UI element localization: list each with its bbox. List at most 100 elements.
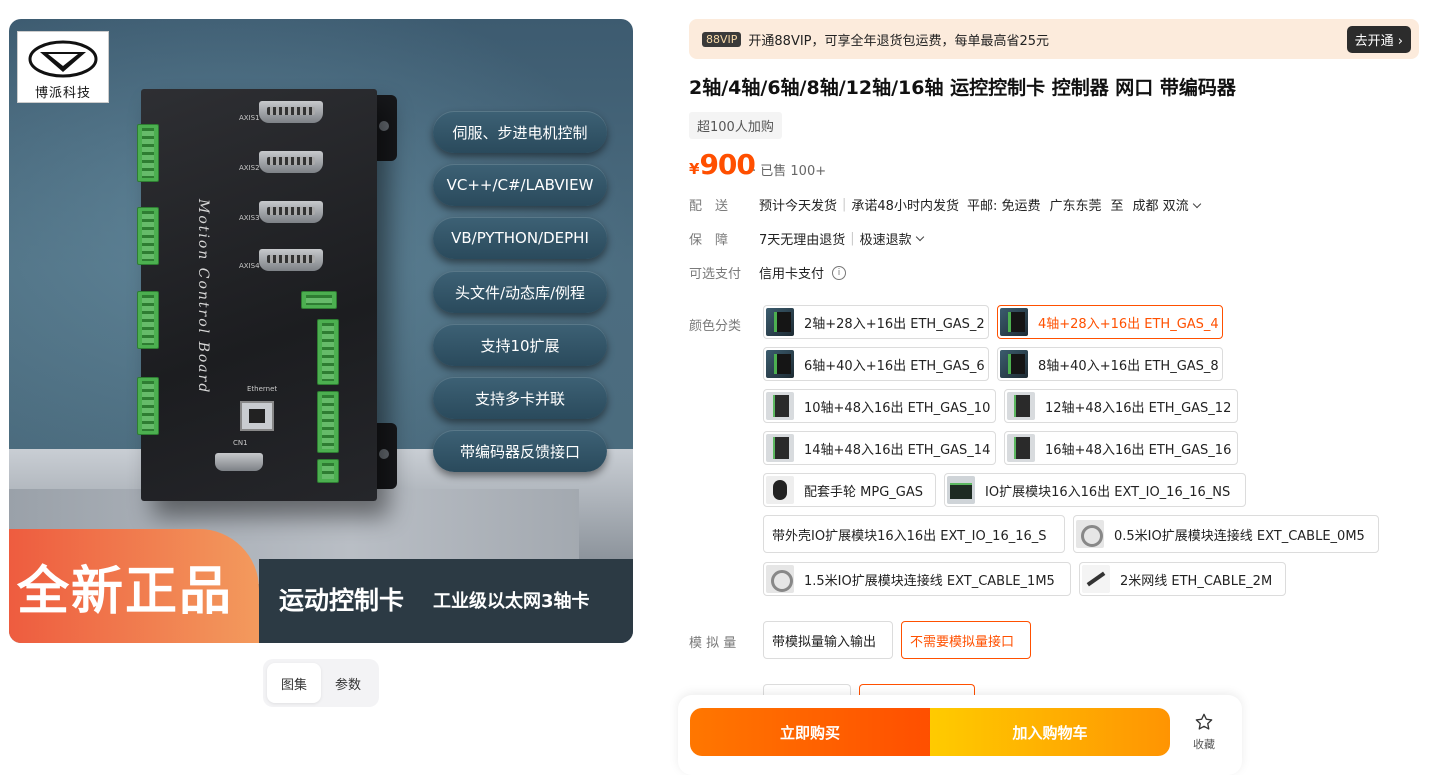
tab-params[interactable]: 参数 <box>321 663 375 703</box>
sku-option[interactable]: 8轴+40入+16出 ETH_GAS_8 <box>997 347 1223 381</box>
payment-method: 信用卡支付 <box>759 267 825 282</box>
product-thumb-icon <box>766 308 794 336</box>
product-thumb-icon <box>766 392 794 420</box>
sku-option[interactable]: 14轴+48入16出 ETH_GAS_14 <box>763 431 996 465</box>
db-connector <box>259 101 323 123</box>
feature-pill: 支持多卡并联 <box>433 377 607 419</box>
sku-option-label: 8轴+40入+16出 ETH_GAS_8 <box>1038 358 1219 374</box>
sku-option[interactable]: 10轴+48入16出 ETH_GAS_10 <box>763 389 996 423</box>
sku-option[interactable]: 2轴+28入+16出 ETH_GAS_2 <box>763 305 989 339</box>
brand-logo-text: 博派科技 <box>34 86 91 101</box>
db-connector <box>259 151 323 173</box>
sku-option[interactable]: 1.5米IO扩展模块连接线 EXT_CABLE_1M5 <box>763 562 1071 596</box>
banner-product-desc: 工业级以太网3轴卡 <box>433 591 590 612</box>
delivery-promise: 承诺48小时内发货 <box>851 199 959 214</box>
feature-pill: 带编码器反馈接口 <box>433 430 607 472</box>
sku-option-label: 14轴+48入16出 ETH_GAS_14 <box>804 442 991 458</box>
sku-option-label: 16轴+48入16出 ETH_GAS_16 <box>1045 442 1232 458</box>
analog-option[interactable]: 带模拟量输入输出 <box>763 621 893 659</box>
color-label: 颜色分类 <box>689 319 742 334</box>
ship-from: 广东东莞 <box>1049 199 1102 214</box>
sku-option[interactable]: 带外壳IO扩展模块16入16出 EXT_IO_16_16_S <box>763 515 1065 553</box>
popularity-badge: 超100人加购 <box>689 112 782 139</box>
terminal-block <box>317 319 339 385</box>
banner-headline: 全新正品 <box>17 562 234 622</box>
vip-open-button[interactable]: 去开通 › <box>1346 25 1411 53</box>
feature-pill: VB/PYTHON/DEPHI <box>433 217 607 259</box>
payment-info: 信用卡支付 i <box>759 263 847 282</box>
buy-now-button[interactable]: 立即购买 <box>690 708 930 756</box>
vip-badge: 88VIP <box>702 31 742 47</box>
feature-pill: 伺服、步进电机控制 <box>433 111 607 153</box>
ethernet-port <box>240 401 274 431</box>
sku-option[interactable]: 0.5米IO扩展模块连接线 EXT_CABLE_0M5 <box>1073 515 1379 553</box>
sku-option[interactable]: IO扩展模块16入16出 EXT_IO_16_16_NS <box>944 473 1246 507</box>
sku-option-label: 6轴+40入+16出 ETH_GAS_6 <box>804 358 985 374</box>
sku-option-label: 2米网线 ETH_CABLE_2M <box>1120 573 1273 589</box>
guarantee-label: 保 障 <box>689 233 729 248</box>
terminal-block <box>137 124 159 182</box>
handwheel-thumb-icon <box>766 476 794 504</box>
sku-option-label: 配套手轮 MPG_GAS <box>804 484 923 500</box>
sku-option-label: 1.5米IO扩展模块连接线 EXT_CABLE_1M5 <box>804 573 1055 589</box>
info-icon[interactable]: i <box>832 265 847 280</box>
analog-option-selected[interactable]: 不需要模拟量接口 <box>901 621 1031 659</box>
sku-option[interactable]: 配套手轮 MPG_GAS <box>763 473 936 507</box>
star-icon <box>1195 713 1213 730</box>
terminal-block <box>301 291 337 309</box>
board-title-text: Motion Control Board <box>195 199 211 395</box>
tab-gallery[interactable]: 图集 <box>267 663 321 703</box>
sku-option-label: 0.5米IO扩展模块连接线 EXT_CABLE_0M5 <box>1114 528 1365 544</box>
analog-option-label: 带模拟量输入输出 <box>772 634 877 650</box>
sku-option[interactable]: 2米网线 ETH_CABLE_2M <box>1079 562 1286 596</box>
product-title: 2轴/4轴/6轴/8轴/12轴/16轴 运控控制卡 控制器 网口 带编码器 <box>689 77 1236 99</box>
terminal-block <box>137 207 159 265</box>
guarantee-return: 7天无理由退货 <box>759 233 846 248</box>
sold-count: · 已售 100+ <box>752 164 827 179</box>
delivery-label: 配 送 <box>689 199 729 214</box>
sku-option-label: 带外壳IO扩展模块16入16出 EXT_IO_16_16_S <box>772 528 1047 544</box>
product-main-image[interactable]: 博派科技 AXIS1 AXIS2 AXIS3 AXIS4 Ethernet CN… <box>9 19 633 643</box>
vip-open-label: 去开通 <box>1354 33 1394 49</box>
port-label: Ethernet <box>247 385 278 393</box>
vip-promo-text: 开通88VIP，可享全年退货包运费，每单最高省25元 <box>748 33 1050 49</box>
port-label: AXIS1 <box>239 114 260 122</box>
guarantee-info[interactable]: 7天无理由退货 | 极速退款 <box>759 229 924 248</box>
ship-to-text: 成都 双流 <box>1132 199 1189 214</box>
product-thumb-icon <box>1007 392 1035 420</box>
cable-thumb-icon <box>1076 520 1104 548</box>
sku-option-label: 2轴+28入+16出 ETH_GAS_2 <box>804 316 985 332</box>
terminal-block <box>137 291 159 349</box>
banner-product-name: 运动控制卡 <box>279 586 405 615</box>
product-thumb-icon <box>1007 434 1035 462</box>
sku-option[interactable]: 6轴+40入+16出 ETH_GAS_6 <box>763 347 989 381</box>
sku-option-selected[interactable]: 4轴+28入+16出 ETH_GAS_4 <box>997 305 1223 339</box>
add-to-cart-button[interactable]: 加入购物车 <box>930 708 1170 756</box>
favorite-button[interactable]: 收藏 <box>1186 712 1222 752</box>
port-label: AXIS3 <box>239 214 260 222</box>
terminal-block <box>137 377 159 435</box>
db9-connector <box>215 453 263 471</box>
ship-to-location[interactable]: 成都 双流 <box>1132 195 1201 214</box>
sku-option-label: 4轴+28入+16出 ETH_GAS_4 <box>1038 316 1219 332</box>
terminal-block <box>317 391 339 453</box>
sku-option-label: IO扩展模块16入16出 EXT_IO_16_16_NS <box>985 484 1231 500</box>
gallery-tabs: 图集 参数 <box>263 659 379 707</box>
port-label: AXIS4 <box>239 262 260 270</box>
sku-option[interactable]: 16轴+48入16出 ETH_GAS_16 <box>1004 431 1238 465</box>
product-thumb-icon <box>1000 308 1028 336</box>
analog-option-label: 不需要模拟量接口 <box>910 634 1015 650</box>
favorite-label: 收藏 <box>1193 738 1215 751</box>
price-value: 900 <box>699 148 755 181</box>
terminal-block <box>317 459 339 483</box>
feature-pill: VC++/C#/LABVIEW <box>433 164 607 206</box>
guarantee-refund: 极速退款 <box>859 233 912 248</box>
sku-option-label: 10轴+48入16出 ETH_GAS_10 <box>804 400 991 416</box>
sku-option[interactable]: 12轴+48入16出 ETH_GAS_12 <box>1004 389 1238 423</box>
product-thumb-icon <box>1000 350 1028 378</box>
brand-logo: 博派科技 <box>17 31 109 103</box>
cable-thumb-icon <box>766 565 794 593</box>
shipping-fee: 平邮: 免运费 <box>966 199 1041 214</box>
product-thumb-icon <box>766 434 794 462</box>
delivery-info: 预计今天发货 | 承诺48小时内发货 平邮: 免运费 广东东莞 至 成都 双流 <box>759 195 1201 214</box>
